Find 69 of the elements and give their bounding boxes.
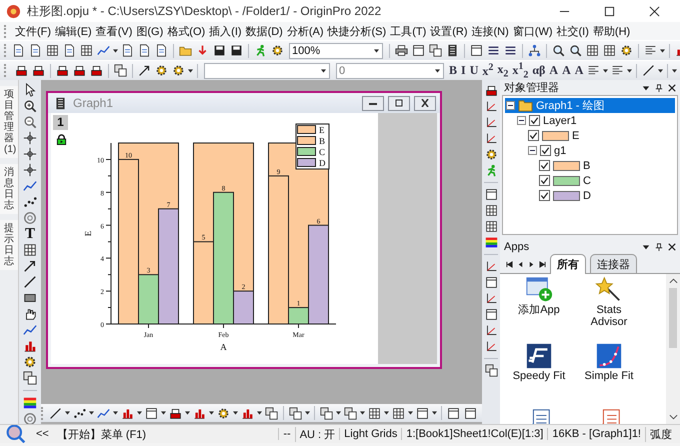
tree-row[interactable]: Graph1 - 绘图: [505, 98, 675, 113]
tree-label: B: [583, 160, 590, 172]
menu-item[interactable]: 插入(I): [207, 24, 244, 38]
menu-item[interactable]: 快捷分析(S): [326, 24, 388, 38]
menu-item[interactable]: 分析(A): [284, 24, 326, 38]
text-tool[interactable]: T: [24, 227, 35, 241]
app-tile[interactable]: Simple Fit: [578, 342, 640, 382]
tree-label: Layer1: [543, 114, 577, 126]
status-text: <<: [35, 428, 50, 440]
format-button[interactable]: U: [468, 63, 480, 78]
menu-item[interactable]: 编辑(E): [53, 24, 94, 38]
tree-row[interactable]: D: [538, 188, 675, 203]
menu-item[interactable]: 工具(T): [388, 24, 428, 38]
axis-title: A: [220, 342, 227, 352]
format-button[interactable]: x$^{2}$: [480, 62, 496, 79]
menu-item[interactable]: 连接(N): [470, 24, 511, 38]
status-text: 【开始】菜单 (F1): [56, 428, 148, 442]
tree-row[interactable]: Layer1: [516, 113, 675, 128]
legend-label: D: [319, 158, 326, 168]
format-button[interactable]: B: [447, 63, 460, 78]
tree-row[interactable]: E: [527, 128, 675, 143]
status-text: AU : 开: [294, 426, 340, 442]
zoom-dropdown[interactable]: 100%: [289, 42, 383, 58]
menu-item[interactable]: 文件(F): [13, 24, 54, 38]
side-tab[interactable]: 消息日志: [0, 164, 18, 214]
menu-item[interactable]: 社交(I): [554, 24, 591, 38]
legend-label: B: [319, 136, 326, 146]
legend-label: C: [319, 147, 326, 157]
panel-title: Apps: [504, 240, 530, 252]
menu-item[interactable]: 窗口(W): [510, 24, 555, 38]
app-tile[interactable]: Stats Advisor: [578, 276, 640, 328]
app-tile[interactable]: Speedy Fit: [508, 342, 570, 382]
window-title: 柱形图.opju * - C:\Users\ZSY\Desktop\ - /Folder1/ - OriginPro 2022: [27, 2, 382, 20]
status-text: Light Grids: [339, 428, 402, 440]
panel-title: 对象管理器: [504, 81, 559, 95]
tree-row[interactable]: C: [538, 173, 675, 188]
format-button[interactable]: A: [547, 63, 560, 78]
tree-row[interactable]: g1: [527, 143, 675, 158]
graph-window-title: Graph1: [73, 96, 114, 110]
tree-row[interactable]: B: [538, 158, 675, 173]
legend-label: E: [319, 125, 324, 135]
menu-item[interactable]: 设置(R): [428, 24, 470, 38]
format-button[interactable]: αβ: [530, 63, 548, 78]
app-tile[interactable]: 添加App: [508, 276, 570, 316]
side-tab[interactable]: 提示日志: [0, 220, 18, 270]
format-button[interactable]: A: [572, 63, 586, 78]
side-tab[interactable]: 项目管理器 (1): [0, 86, 18, 158]
menu-item[interactable]: 格式(O): [165, 24, 208, 38]
tree-label: g1: [554, 144, 566, 156]
format-button[interactable]: x$_{2}$: [495, 62, 510, 80]
status-text: 弧度: [645, 426, 676, 442]
menu-item[interactable]: 数据(D): [244, 24, 285, 38]
tab[interactable]: 所有: [550, 254, 586, 274]
menu-item[interactable]: 查看(V): [94, 24, 134, 38]
axis-title: E: [83, 230, 93, 236]
menu-item[interactable]: 帮助(H): [590, 24, 632, 38]
tab[interactable]: 连接器: [590, 254, 637, 273]
status-text: --: [278, 428, 295, 440]
layer-number[interactable]: 1: [53, 115, 68, 130]
format-button[interactable]: I: [459, 63, 468, 78]
status-text: 16KB - [Graph1]1!: [547, 428, 645, 440]
font-size-dropdown[interactable]: 0: [336, 62, 444, 78]
tree-label: D: [583, 190, 591, 202]
status-text: 1:[Book1]Sheet1!Col(E)[1:3]: [401, 428, 548, 440]
tree-label: C: [583, 174, 591, 186]
menu-item[interactable]: 图(G): [134, 24, 166, 38]
tree-label: E: [572, 130, 580, 142]
format-button[interactable]: A: [560, 63, 573, 78]
tree-label: Graph1 - 绘图: [536, 99, 604, 113]
